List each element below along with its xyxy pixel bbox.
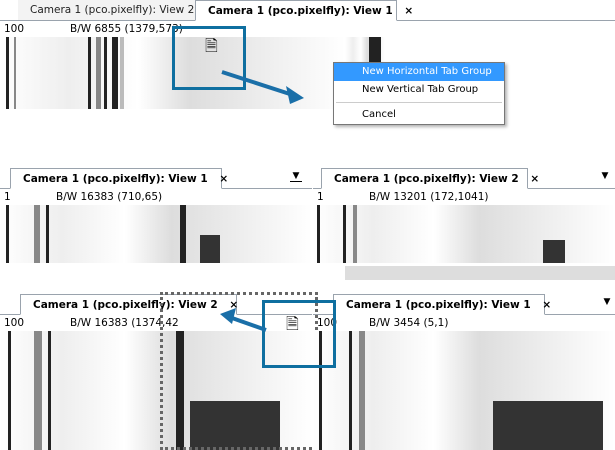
image-stripe [6, 37, 9, 109]
tab-label: Camera 1 (pco.pixelfly): View 2 [30, 4, 195, 16]
image-stripe [48, 331, 51, 450]
image-stripe [34, 331, 42, 450]
tab-label: Camera 1 (pco.pixelfly): View 2 [334, 173, 519, 185]
tab-view-2[interactable]: Camera 1 (pco.pixelfly): View 2 × [321, 168, 539, 189]
status-row: 100 B/W 6855 (1379,573) [0, 21, 615, 37]
zoom-level: 1 [317, 191, 324, 203]
menu-separator [336, 102, 502, 103]
image-stripe [349, 331, 352, 450]
image-stripe [359, 331, 365, 450]
zoom-level: 100 [4, 317, 25, 329]
menu-item-new-horizontal-tab-group[interactable]: New Horizontal Tab Group [334, 63, 504, 81]
bottom-right-panel: Camera 1 (pco.pixelfly): View 1 × ▼ 100 … [313, 294, 615, 450]
image-stripe [353, 205, 357, 263]
image-stripe [317, 205, 320, 263]
tab-view-1[interactable]: Camera 1 (pco.pixelfly): View 1 × [10, 168, 228, 189]
status-row: 1 B/W 13201 (172,1041) [313, 189, 615, 205]
image-stripe [14, 37, 16, 109]
image-stripe [34, 205, 40, 263]
image-stripe [104, 37, 107, 109]
chevron-down-icon[interactable]: ▼ [599, 171, 611, 181]
tab-label: Camera 1 (pco.pixelfly): View 1 [23, 173, 208, 185]
close-icon[interactable]: × [530, 173, 539, 185]
document-drag-icon: 🗎 [205, 36, 218, 55]
mid-right-tab-strip: Camera 1 (pco.pixelfly): View 2 × ▼ [313, 168, 615, 189]
document-drag-icon: 🗎 [286, 314, 299, 333]
chevron-down-icon[interactable]: ▼ [290, 171, 302, 182]
plant-shape [543, 240, 565, 263]
zoom-level: 100 [4, 23, 25, 35]
image-stripe [6, 205, 9, 263]
close-icon[interactable]: × [542, 299, 551, 311]
close-icon[interactable]: × [219, 173, 228, 185]
highlight-box [262, 300, 336, 368]
image-stripe [112, 37, 118, 109]
status-row: 100 B/W 3454 (5,1) [313, 315, 615, 331]
camera-image[interactable] [313, 331, 615, 450]
pixel-info: B/W 6855 (1379,573) [70, 23, 183, 35]
image-stripe [96, 37, 101, 109]
tab-view-1[interactable]: Camera 1 (pco.pixelfly): View 1 × [333, 294, 551, 315]
image-stripe [343, 205, 346, 263]
pixel-info: B/W 16383 (710,65) [56, 191, 163, 203]
close-icon[interactable]: × [404, 5, 413, 17]
tab-label: Camera 1 (pco.pixelfly): View 1 [208, 5, 393, 17]
camera-image[interactable] [0, 205, 312, 263]
mid-right-panel: Camera 1 (pco.pixelfly): View 2 × ▼ 1 B/… [313, 168, 615, 263]
camera-image[interactable] [313, 205, 615, 263]
image-stripe [8, 331, 11, 450]
plant-shape [493, 401, 603, 450]
chevron-down-icon[interactable]: ▼ [601, 297, 613, 307]
tab-view-2[interactable]: Camera 1 (pco.pixelfly): View 2 [18, 0, 223, 20]
image-stripe [180, 205, 186, 263]
tab-label: Camera 1 (pco.pixelfly): View 1 [346, 299, 531, 311]
top-panel: Camera 1 (pco.pixelfly): View 2 Camera 1… [0, 0, 615, 115]
context-menu: New Horizontal Tab Group New Vertical Ta… [333, 62, 505, 125]
image-stripe [46, 205, 49, 263]
gray-band [345, 266, 615, 280]
bottom-right-tab-strip: Camera 1 (pco.pixelfly): View 1 × ▼ [313, 294, 615, 315]
image-stripe [88, 37, 91, 109]
mid-left-tab-strip: Camera 1 (pco.pixelfly): View 1 × ▼ [0, 168, 312, 189]
plant-shape [200, 235, 220, 263]
menu-item-cancel[interactable]: Cancel [334, 106, 504, 124]
pixel-info: B/W 13201 (172,1041) [369, 191, 489, 203]
zoom-level: 1 [4, 191, 11, 203]
image-stripe [120, 37, 124, 109]
tab-view-1[interactable]: Camera 1 (pco.pixelfly): View 1 × [195, 0, 413, 21]
status-row: 1 B/W 16383 (710,65) [0, 189, 312, 205]
pixel-info: B/W 3454 (5,1) [369, 317, 449, 329]
top-tab-strip: Camera 1 (pco.pixelfly): View 2 Camera 1… [0, 0, 615, 21]
menu-item-new-vertical-tab-group[interactable]: New Vertical Tab Group [334, 81, 504, 99]
mid-left-panel: Camera 1 (pco.pixelfly): View 1 × ▼ 1 B/… [0, 168, 312, 263]
